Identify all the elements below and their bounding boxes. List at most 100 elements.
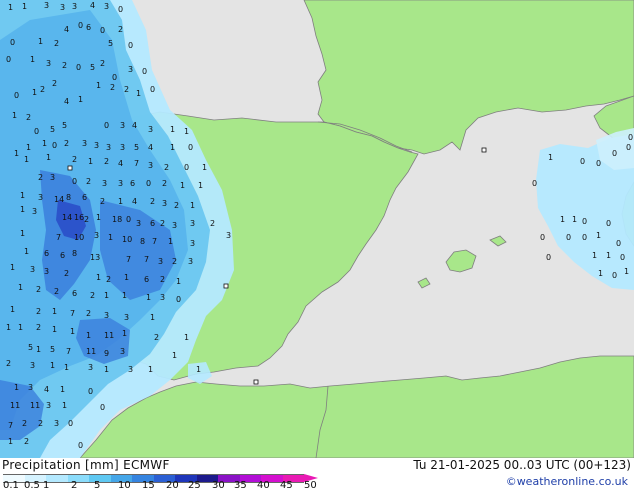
precip-value-label: 0	[52, 141, 57, 150]
precip-value-label: 1	[104, 365, 109, 374]
precip-value-label: 1	[108, 233, 113, 242]
precip-value-label: 2	[86, 309, 91, 318]
precip-value-label: 7	[8, 421, 13, 430]
color-scale-tick: 30	[212, 480, 225, 491]
precip-value-label: 0	[76, 63, 81, 72]
precip-value-label: 1	[22, 2, 27, 11]
precip-value-label: 1	[88, 157, 93, 166]
precip-value-label: 8	[140, 237, 145, 246]
precip-value-label: 0	[100, 26, 105, 35]
precip-value-label: 7	[152, 237, 157, 246]
precip-value-label: 1	[202, 163, 207, 172]
precipitation-map: 1133343001240605200132052030012241122101…	[0, 0, 634, 458]
precip-value-label: 2	[36, 307, 41, 316]
color-scale-tick: 35	[234, 480, 247, 491]
precip-value-label: 3	[118, 179, 123, 188]
precip-value-label: 2	[26, 113, 31, 122]
precip-value-label: 5	[108, 39, 113, 48]
precip-value-label: 0	[612, 271, 617, 280]
precip-value-label: 3	[148, 125, 153, 134]
precip-value-label: 1	[122, 291, 127, 300]
precip-value-label: 6	[86, 23, 91, 32]
precip-value-label: 1	[180, 181, 185, 190]
credit-link[interactable]: ©weatheronline.co.uk	[506, 475, 628, 488]
precip-value-label: 7	[70, 309, 75, 318]
precip-value-label: 0	[6, 55, 11, 64]
precip-value-label: 0	[88, 387, 93, 396]
precip-value-label: 0	[532, 179, 537, 188]
color-scale-tick: 0.5	[24, 480, 40, 491]
precip-value-label: 1	[606, 251, 611, 260]
precip-value-label: 4	[148, 143, 153, 152]
precip-value-label: 11	[10, 401, 20, 410]
color-scale-tick: 40	[257, 480, 270, 491]
precip-value-label: 2	[150, 197, 155, 206]
precip-value-label: 3	[82, 139, 87, 148]
precip-value-label: 3	[50, 173, 55, 182]
precip-value-label: 0	[612, 149, 617, 158]
precip-value-label: 1	[78, 95, 83, 104]
color-scale-tick: 45	[280, 480, 293, 491]
precip-value-label: 1	[20, 229, 25, 238]
precip-value-label: 4	[132, 121, 137, 130]
precip-value-label: 2	[24, 437, 29, 446]
precip-value-label: 1	[30, 55, 35, 64]
precip-value-label: 4	[64, 25, 69, 34]
precip-value-label: 2	[36, 285, 41, 294]
precip-value-label: 1	[150, 313, 155, 322]
precip-value-label: 4	[132, 197, 137, 206]
precip-value-label: 7	[66, 347, 71, 356]
precip-value-label: 2	[54, 39, 59, 48]
precip-value-label: 1	[148, 365, 153, 374]
precip-value-label: 0	[582, 217, 587, 226]
precip-value-label: 1	[18, 323, 23, 332]
precip-value-label: 0	[606, 219, 611, 228]
precip-value-label: 1	[168, 237, 173, 246]
precip-value-label: 3	[160, 293, 165, 302]
station-marker	[253, 379, 259, 385]
precip-value-label: 4	[64, 97, 69, 106]
precip-value-label: 1	[572, 215, 577, 224]
precip-value-label: 3	[44, 1, 49, 10]
precip-value-label: 1	[548, 153, 553, 162]
precip-value-label: 0	[78, 441, 83, 450]
precip-value-label: 3	[104, 311, 109, 320]
precip-value-label: 0	[104, 121, 109, 130]
precip-value-label: 1	[6, 323, 11, 332]
color-scale-tick: 25	[188, 480, 201, 491]
precip-value-label: 2	[162, 179, 167, 188]
precip-value-label: 3	[120, 121, 125, 130]
color-scale-tick: 20	[166, 480, 179, 491]
precip-value-label: 3	[32, 207, 37, 216]
precip-value-label: 3	[136, 219, 141, 228]
precip-value-label: 3	[120, 143, 125, 152]
precip-value-label: 0	[14, 91, 19, 100]
precip-value-label: 0	[142, 67, 147, 76]
precip-value-label: 1	[184, 127, 189, 136]
color-scale-tick: 5	[94, 480, 101, 491]
precip-value-label: 2	[106, 275, 111, 284]
precip-value-label: 1	[50, 361, 55, 370]
precip-value-label: 2	[164, 163, 169, 172]
precip-value-label: 18	[112, 215, 122, 224]
precip-value-label: 6	[44, 249, 49, 258]
precip-value-label: 3	[94, 231, 99, 240]
precip-value-label: 2	[54, 287, 59, 296]
precip-value-label: 1	[10, 263, 15, 272]
precip-value-label: 2	[160, 275, 165, 284]
precip-value-label: 0	[184, 163, 189, 172]
precip-value-label: 2	[38, 419, 43, 428]
precip-value-label: 13	[90, 253, 100, 262]
precip-value-label: 2	[64, 269, 69, 278]
precip-value-label: 2	[100, 59, 105, 68]
precip-value-label: 0	[126, 215, 131, 224]
precip-value-label: 1	[14, 383, 19, 392]
precip-value-label: 3	[162, 199, 167, 208]
precip-value-label: 5	[28, 343, 33, 352]
precip-value-label: 3	[30, 361, 35, 370]
valid-time: Tu 21-01-2025 00..03 UTC (00+123)	[413, 458, 631, 472]
precip-value-label: 2	[52, 79, 57, 88]
precip-value-label: 1	[184, 333, 189, 342]
precip-value-label: 3	[124, 313, 129, 322]
precip-value-label: 3	[60, 3, 65, 12]
